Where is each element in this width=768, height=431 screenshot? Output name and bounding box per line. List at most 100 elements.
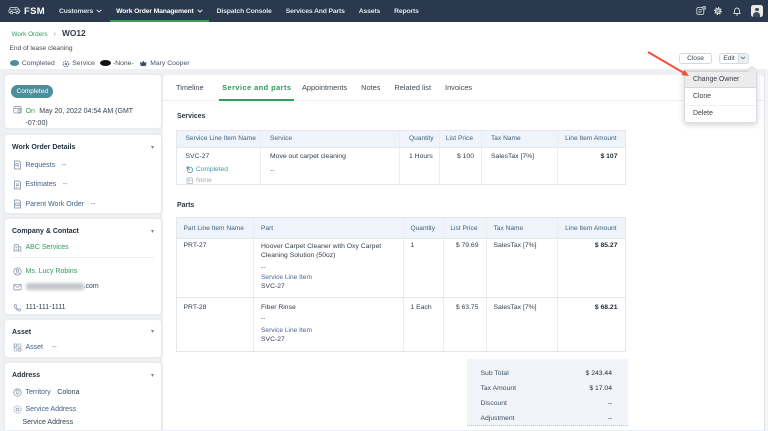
schedule-prefix: On [26,108,35,115]
territory-value: Colona [57,389,79,396]
collapse-chevron-icon[interactable]: ▾ [151,230,154,234]
breadcrumb-separator: › [54,31,56,38]
tab-timeline[interactable]: Timeline [174,74,206,100]
phone-number[interactable]: 111-111-1111 [26,304,66,311]
contact-person-icon [13,267,26,276]
service-line-item-row[interactable]: SVC-27 Completed None Move out carpet cl… [177,147,625,184]
parent-work-order-value: -- [91,201,96,208]
estimates-value: -- [63,181,68,188]
notifications-bell-icon[interactable] [732,6,742,17]
status-card: Completed On May 20, 2022 04:54 AM (GMT … [4,74,162,129]
asset-card: Asset▾ Asset -- [4,319,162,358]
nav-item-dispatch-console[interactable]: Dispatch Console [211,0,278,22]
type-badge: Service [62,54,95,73]
subtotal-label: Sub Total [481,370,509,377]
part-amount: $ 68.21 [558,298,625,351]
request-doc-icon [13,160,26,170]
estimates-link[interactable]: Estimates [26,181,57,188]
part-quantity: 1 [404,239,445,297]
collapse-chevron-icon[interactable]: ▾ [151,374,154,378]
service-line-item-ref: SVC-27 [261,336,396,343]
subtotal-value: $ 243.44 [586,370,612,377]
chevron-down-icon [197,9,203,13]
breadcrumb-work-orders[interactable]: Work Orders [12,31,48,38]
nav-item-reports[interactable]: Reports [388,0,425,22]
tab-related-list[interactable]: Related list [392,74,433,100]
part-tax-name: SalesTax [7%] [487,239,559,297]
adjustment-label: Adjustment [481,415,515,422]
edit-dropdown-toggle[interactable] [739,53,749,64]
collapse-chevron-icon[interactable]: ▾ [151,330,154,334]
chevron-down-icon [740,56,746,60]
status-pill: Completed [11,85,53,98]
service-address-link[interactable]: Service Address [26,406,77,413]
record-detail-panel: Timeline Service and parts Appointments … [163,75,764,431]
asset-value: -- [52,344,57,351]
tab-appointments[interactable]: Appointments [300,74,349,100]
parts-section-title: Parts [177,202,194,209]
truck-icon [8,2,21,20]
menu-item-delete[interactable]: Delete [685,105,757,122]
company-link[interactable]: ABC Services [26,244,69,251]
service-line-item-link[interactable]: Service Line Item [261,327,396,334]
service-address-value: Service Address [23,419,74,426]
tab-notes[interactable]: Notes [359,74,382,100]
settings-gear-icon[interactable] [713,6,723,16]
service-tax-name: SalesTax [7%] [482,148,558,184]
part-name: Fiber Rinse [261,304,396,311]
quick-create-icon[interactable] [696,6,706,16]
nav-item-assets[interactable]: Assets [353,0,386,22]
asset-link[interactable]: Asset [26,344,44,351]
scrollbar-track[interactable] [764,69,768,431]
parent-work-order-link[interactable]: Parent Work Order [26,201,85,208]
company-contact-card: Company & Contact▾ ABC Services Ms. Lucy… [4,218,162,315]
top-navbar: FSM Customers Work Order Management Disp… [0,0,768,22]
part-line-item-row[interactable]: PRT-27 Hoover Carpet Cleaner with Oxy Ca… [177,238,625,297]
email-suffix[interactable]: .com [84,283,99,290]
nav-item-customers[interactable]: Customers [53,0,108,22]
close-button[interactable]: Close [679,53,712,64]
record-tabs: Timeline Service and parts Appointments … [163,75,764,101]
record-summary: End of lease cleaning [10,45,73,52]
brand-name: FSM [24,6,45,17]
card-title: Address [12,372,40,379]
service-quantity: 1 Hours [400,148,440,184]
part-sub: -- [261,315,396,322]
menu-item-clone[interactable]: Clone [685,88,757,105]
part-line-item-row[interactable]: PRT-28 Fiber Rinse -- Service Line Item … [177,297,625,351]
nav-item-work-order-management[interactable]: Work Order Management [110,0,209,22]
contact-link[interactable]: Ms. Lucy Robins [26,268,78,275]
record-id: WO12 [62,28,86,38]
app-logo[interactable]: FSM [8,2,45,20]
service-name: Move out carpet cleaning [270,153,392,160]
divider [12,257,154,258]
priority-badge: -None- [100,60,133,67]
edit-button[interactable]: Edit [719,53,739,64]
menu-item-change-owner[interactable]: Change Owner [685,71,757,88]
user-avatar[interactable] [751,5,763,17]
nav-item-services-and-parts[interactable]: Services And Parts [280,0,351,22]
discount-value: -- [607,400,612,407]
owner-badge: Mary Cooper [139,54,189,72]
tab-invoices[interactable]: Invoices [443,74,474,100]
header-buttons: Close Edit [679,53,749,64]
status-completed-icon [186,166,194,174]
chevron-down-icon [96,9,102,13]
part-line-item-name: PRT-27 [177,239,255,297]
schedule-datetime: May 20, 2022 04:54 AM (GMT -07:00) [26,108,133,128]
service-list-price: $ 100 [440,148,482,184]
redacted-email [26,283,84,290]
parts-table: Part Line Item Name Part Quantity List P… [176,217,626,352]
part-list-price: $ 63.75 [444,298,487,351]
asset-grid-icon [13,343,26,352]
tab-service-and-parts[interactable]: Service and parts [220,74,293,100]
work-order-details-card: Work Order Details▾ Requests -- Estimate… [4,134,162,214]
status-badge: Completed [10,60,55,67]
requests-link[interactable]: Requests [26,162,56,169]
territory-link[interactable]: Territory [26,389,51,396]
service-sub: -- [270,167,392,174]
line-item-status: Completed [196,166,228,173]
collapse-chevron-icon[interactable]: ▾ [151,146,154,150]
service-line-item-link[interactable]: Service Line Item [261,274,396,281]
service-line-item-ref: SVC-27 [261,283,396,290]
